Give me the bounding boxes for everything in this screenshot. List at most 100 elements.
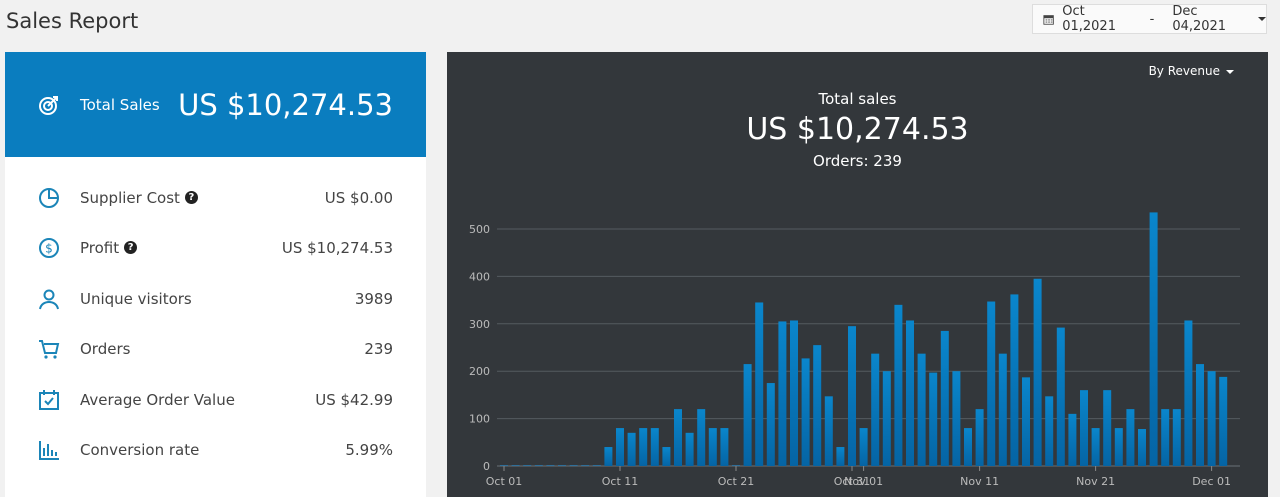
metric-value: US $42.99 — [315, 390, 393, 409]
y-tick-label: 100 — [469, 413, 490, 426]
x-tick-label: Nov 01 — [844, 475, 883, 488]
y-tick-label: 0 — [483, 460, 490, 473]
bar — [778, 321, 787, 466]
user-icon — [39, 289, 59, 310]
dollar-circle-icon: $ — [39, 238, 59, 259]
bar — [650, 428, 659, 466]
calendar-check-icon — [39, 389, 59, 410]
bar — [674, 409, 682, 466]
bar — [1161, 409, 1170, 466]
svg-text:$: $ — [45, 242, 53, 256]
metric-value: 3989 — [354, 289, 393, 308]
metric-row: Orders 239 — [5, 329, 426, 369]
bar — [697, 409, 706, 466]
bar — [917, 353, 926, 466]
metric-label: Conversion rate — [80, 441, 345, 459]
bar — [813, 345, 822, 466]
bar — [790, 320, 798, 466]
bar — [1184, 320, 1193, 466]
metric-label-text: Conversion rate — [80, 441, 200, 459]
x-tick-label: Oct 11 — [602, 475, 639, 488]
bar — [604, 447, 613, 466]
bar — [766, 383, 775, 466]
bar — [708, 428, 717, 466]
metric-label-text: Orders — [80, 340, 131, 359]
date-separator: - — [1149, 11, 1155, 27]
bar — [824, 396, 833, 466]
x-tick-label: Oct 21 — [718, 475, 755, 488]
metric-label-text: Supplier Cost — [80, 189, 180, 207]
metric-row: Supplier Cost? US $0.00 — [5, 178, 426, 218]
bar — [1196, 364, 1204, 466]
bar — [871, 353, 880, 466]
help-icon[interactable]: ? — [124, 241, 138, 255]
metric-value: 239 — [364, 340, 393, 359]
calendar-icon — [1043, 14, 1054, 25]
bar — [1056, 327, 1065, 466]
page-title: Sales Report — [6, 9, 139, 33]
help-icon[interactable]: ? — [184, 191, 198, 204]
bar — [894, 304, 903, 466]
bar — [801, 358, 810, 466]
bar — [685, 432, 694, 466]
bar — [1080, 390, 1088, 466]
bar — [755, 302, 764, 466]
bar — [952, 371, 961, 466]
metric-value: 5.99% — [345, 441, 393, 459]
metric-label-text: Profit — [80, 239, 120, 258]
bar — [1114, 428, 1123, 466]
revenue-bar-chart: 0100200300400500Oct 01 Oct 11 Oct 21 Oct 31… — [469, 212, 1240, 488]
bar — [732, 465, 740, 466]
date-to: Dec 04,2021 — [1172, 4, 1227, 34]
bar — [639, 428, 648, 466]
bar — [569, 465, 578, 466]
x-tick-label: Dec 01 — [1192, 475, 1231, 488]
bar — [500, 465, 508, 466]
bar — [906, 320, 914, 466]
y-tick-label: 300 — [469, 318, 490, 331]
bar — [523, 465, 532, 466]
bar — [1022, 377, 1030, 466]
bar — [616, 428, 624, 466]
bar — [1149, 212, 1158, 466]
bar — [975, 409, 984, 466]
bar-chart-icon — [39, 441, 59, 460]
metric-label-text: Unique visitors — [80, 289, 192, 308]
bar — [1207, 371, 1216, 466]
bar — [720, 428, 729, 466]
summary-card: Total Sales US $10,274.53 Supplier Cost?… — [5, 52, 426, 497]
bar — [1172, 409, 1181, 466]
metric-label: Orders — [80, 340, 364, 358]
bar — [859, 428, 868, 466]
date-from: Oct 01,2021 — [1062, 4, 1116, 34]
pie-chart-icon — [39, 188, 59, 208]
metric-row: Average Order Value US $42.99 — [5, 380, 426, 420]
bar — [940, 330, 949, 466]
bar — [964, 428, 972, 466]
bar — [592, 465, 601, 466]
x-tick-label: Nov 11 — [960, 475, 999, 488]
metric-value: US $0.00 — [324, 189, 393, 207]
bar — [581, 465, 590, 466]
total-sales-label: Total Sales — [80, 95, 160, 114]
metric-label-text: Average Order Value — [80, 390, 235, 409]
bar — [1103, 390, 1112, 466]
bar — [987, 301, 996, 466]
bar — [662, 447, 671, 466]
metric-label: Average Order Value — [80, 391, 315, 409]
bar — [558, 465, 566, 466]
bar — [546, 465, 555, 466]
bar — [848, 326, 856, 466]
bar — [1138, 429, 1146, 466]
bar — [1045, 396, 1054, 466]
x-tick-label: Nov 21 — [1076, 475, 1115, 488]
date-range-picker[interactable]: Oct 01,2021 - Dec 04,2021 — [1032, 4, 1267, 34]
bar — [743, 364, 752, 466]
x-tick-label: Oct 01 — [486, 475, 523, 488]
bar — [627, 432, 636, 466]
sales-chart-panel: By Revenue Total sales US $10,274.53 Ord… — [447, 52, 1268, 497]
metric-label: Supplier Cost? — [80, 189, 325, 207]
metric-row: Unique visitors 3989 — [5, 279, 426, 319]
total-sales-banner: Total Sales US $10,274.53 — [5, 52, 426, 157]
bar — [1126, 409, 1135, 466]
